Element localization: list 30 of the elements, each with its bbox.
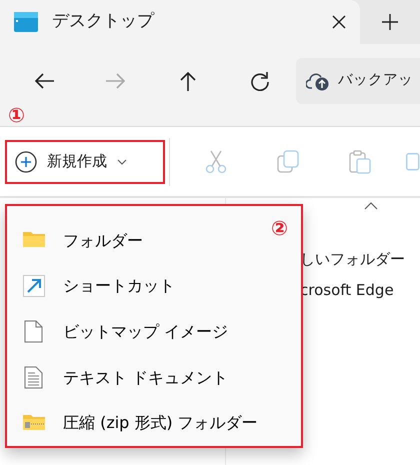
menu-item[interactable]: ショートカット: [7, 264, 301, 310]
file-name[interactable]: しいフォルダー: [300, 248, 420, 270]
clipboard-icon: [349, 150, 371, 174]
refresh-icon: [250, 71, 270, 91]
address-text: バックアッ: [338, 71, 413, 90]
cloud-upload-icon: [306, 71, 330, 91]
new-label: 新規作成: [47, 151, 107, 172]
forward-arrow-icon: [106, 71, 126, 91]
rename-icon: [406, 152, 420, 170]
new-button[interactable]: 新規作成: [5, 140, 165, 184]
plus-circle-icon: [15, 150, 37, 172]
up-arrow-icon: [178, 71, 198, 91]
blank-document-icon: [23, 320, 45, 344]
back-arrow-icon: [34, 71, 54, 91]
menu-item[interactable]: テキスト ドキュメント: [7, 354, 301, 400]
text-document-icon: [23, 366, 45, 390]
tab-title: デスクトップ: [52, 10, 156, 34]
annotation-number: ②: [271, 218, 288, 238]
menu-item[interactable]: ビットマップ イメージ: [7, 309, 301, 355]
address-bar[interactable]: バックアッ: [296, 58, 420, 104]
menu-item[interactable]: 圧縮 (zip 形式) フォルダー: [7, 400, 301, 446]
plus-icon[interactable]: [382, 14, 398, 30]
close-icon[interactable]: [332, 15, 346, 29]
scissors-icon: [205, 150, 227, 174]
chevron-down-icon: [117, 158, 127, 164]
annotation-number: ①: [8, 105, 25, 125]
window-tab[interactable]: デスクトップ: [0, 0, 360, 44]
copy-icon: [277, 150, 299, 174]
desktop-icon: [14, 12, 38, 32]
sort-caret-icon: [364, 202, 378, 210]
